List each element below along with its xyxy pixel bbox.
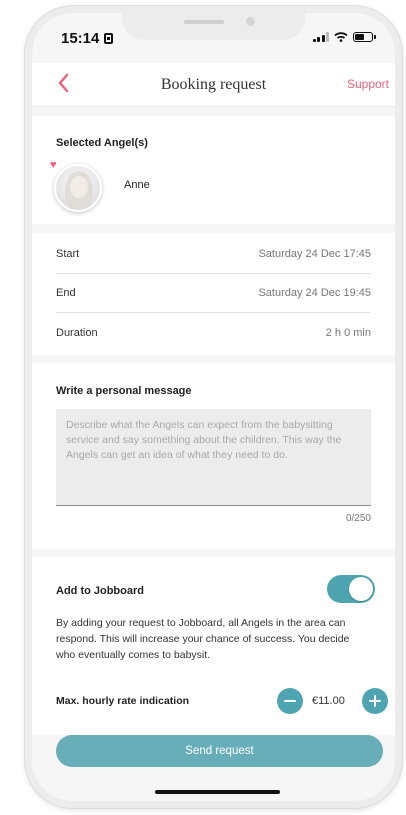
send-request-button[interactable]: Send request (56, 735, 383, 767)
support-link[interactable]: Support (347, 77, 389, 91)
message-card: Write a personal message 0/250 (32, 363, 395, 549)
page-title: Booking request (160, 76, 267, 93)
angel-name: Anne (124, 179, 150, 191)
signal-icon (312, 32, 329, 42)
increase-rate-button[interactable] (362, 688, 388, 714)
duration-value: 2 h 0 min (325, 326, 371, 339)
end-row: End Saturday 24 Dec 19:45 (56, 274, 371, 313)
start-row: Start Saturday 24 Dec 17:45 (56, 235, 371, 274)
jobboard-description: By adding your request to Jobboard, all … (56, 617, 350, 661)
avatar[interactable] (54, 164, 102, 212)
selected-angels-card: Selected Angel(s) ♥ Anne (32, 116, 395, 224)
battery-icon (353, 32, 376, 42)
nav-bar: Booking request Support (32, 63, 395, 107)
jobboard-title: Add to Jobboard (56, 585, 144, 597)
avatar-face (70, 176, 88, 198)
status-time: 15:14 (61, 30, 114, 47)
sim-card-icon (104, 33, 114, 44)
message-title: Write a personal message (56, 385, 192, 397)
decrease-rate-button[interactable] (277, 688, 303, 714)
clock: 15:14 (61, 30, 100, 47)
rate-label: Max. hourly rate indication (56, 695, 190, 707)
start-value: Saturday 24 Dec 17:45 (258, 248, 371, 260)
phone-frame: 15:14 Booking request Support Selected A… (25, 6, 402, 808)
character-counter: 0/250 (345, 513, 371, 524)
selected-angels-title: Selected Angel(s) (56, 137, 148, 149)
status-bar: 15:14 (32, 13, 395, 57)
end-label: End (56, 287, 76, 299)
duration-label: Duration (56, 326, 98, 339)
start-label: Start (56, 248, 80, 260)
rate-value: €11.00 (312, 695, 345, 707)
jobboard-card: Add to Jobboard By adding your request t… (32, 557, 395, 735)
heart-icon: ♥ (50, 159, 57, 171)
duration-row: Duration 2 h 0 min (56, 313, 371, 352)
jobboard-toggle[interactable] (327, 575, 375, 603)
status-icons (312, 32, 376, 42)
booking-times-card: Start Saturday 24 Dec 17:45 End Saturday… (32, 233, 395, 355)
message-textarea[interactable] (56, 409, 371, 506)
wifi-icon (334, 32, 348, 42)
toggle-knob (349, 577, 373, 601)
end-value: Saturday 24 Dec 19:45 (258, 287, 371, 299)
home-indicator (155, 790, 280, 794)
